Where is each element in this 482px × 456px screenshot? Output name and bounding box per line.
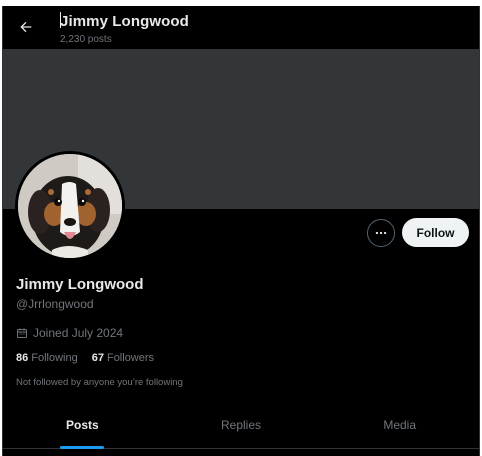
back-button[interactable]	[12, 13, 40, 41]
tab-media-label: Media	[383, 418, 417, 432]
header-post-count: 2,230 posts	[60, 34, 112, 45]
followers-link[interactable]: 67 Followers	[92, 352, 154, 364]
arrow-left-icon	[20, 21, 32, 33]
tab-replies[interactable]: Replies	[162, 402, 321, 448]
follow-stats: 86 Following 67 Followers	[16, 352, 154, 364]
active-tab-indicator	[60, 446, 105, 449]
ellipsis-icon	[375, 231, 387, 235]
display-name: Jimmy Longwood	[16, 276, 144, 293]
following-count: 86	[16, 352, 29, 364]
following-link[interactable]: 86 Following	[16, 352, 78, 364]
user-handle: @Jrrlongwood	[16, 297, 94, 311]
followers-label: Followers	[106, 352, 155, 364]
profile-tabs: Posts Replies Media	[3, 402, 479, 449]
followers-count: 67	[91, 352, 104, 364]
tab-posts[interactable]: Posts	[3, 402, 162, 449]
header-name: Jimmy Longwood	[60, 13, 189, 30]
tab-media[interactable]: Media	[320, 402, 479, 448]
profile-header: Jimmy Longwood 2,230 posts	[3, 6, 479, 49]
more-options-button[interactable]	[367, 219, 395, 247]
tab-replies-label: Replies	[220, 418, 262, 432]
avatar[interactable]	[15, 151, 125, 261]
follow-button[interactable]: Follow	[402, 218, 469, 247]
joined-date: Joined July 2024	[16, 326, 123, 340]
following-label: Following	[31, 352, 78, 364]
joined-text: Joined July 2024	[33, 326, 124, 340]
calendar-icon	[17, 328, 27, 338]
profile-page: Jimmy Longwood 2,230 posts Follow Jimmy …	[2, 6, 480, 456]
dog-avatar-image	[18, 154, 122, 258]
not-followed-notice: Not followed by anyone you’re following	[16, 377, 183, 388]
tab-posts-label: Posts	[65, 418, 99, 432]
